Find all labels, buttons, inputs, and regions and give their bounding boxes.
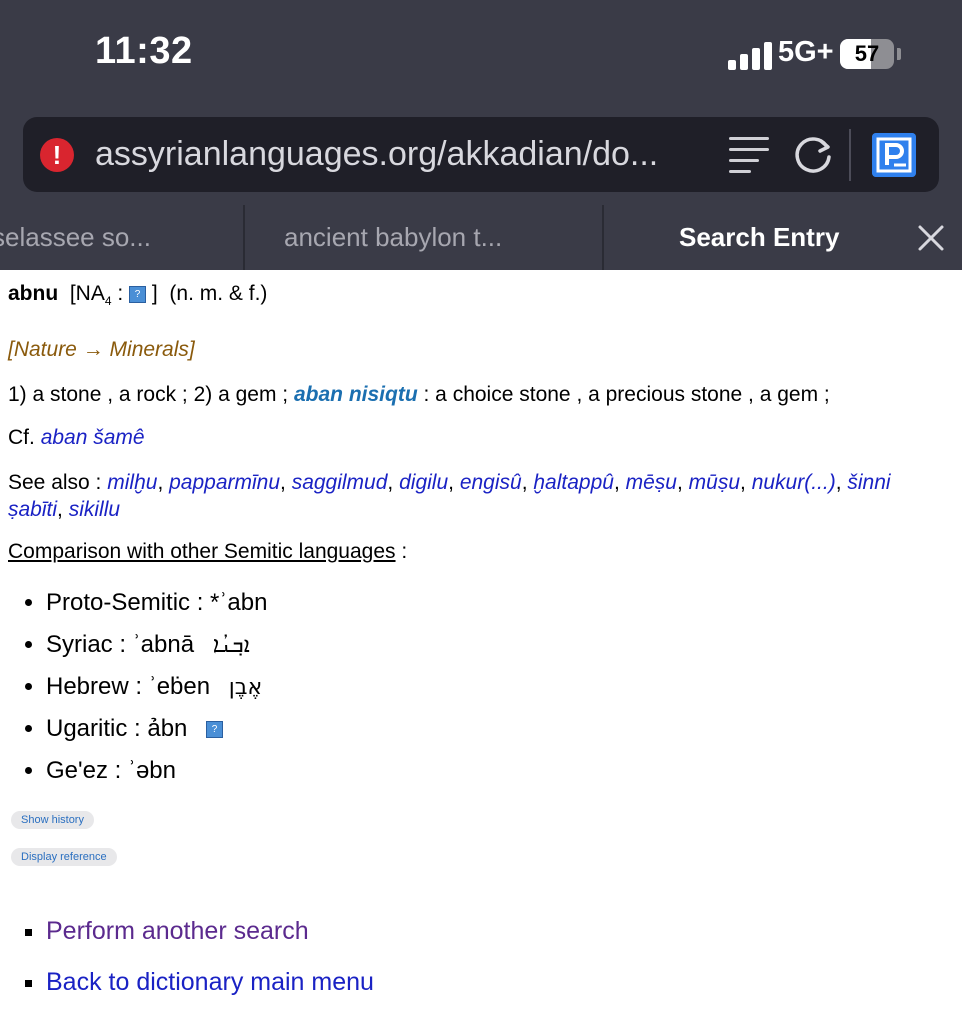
language-name: Ge'ez : [46,757,122,784]
browser-chrome: 11:32 5G+ 57 ! assyrianlanguages.org/akk… [0,0,962,270]
comparison-title: Comparison with other Semitic languages [8,540,396,563]
list-item: Syriac : ʾabnā ܐܒ݂ܢܳܐ [46,624,267,666]
url-text[interactable]: assyrianlanguages.org/akkadian/do... [95,135,658,174]
language-form: ʾabnā [132,631,195,658]
see-also-link[interactable]: mūṣu [689,471,740,494]
dictionary-entry: abnu [NA4 : ? ] (n. m. & f.) [Nature → M… [8,282,948,996]
see-also-link[interactable]: digilu [399,471,448,494]
list-item: Ge'ez : ʾəbn [46,750,267,792]
perform-another-search-link[interactable]: Perform another search [46,917,309,945]
cf-label: Cf. [8,426,35,449]
close-icon[interactable] [914,221,948,255]
see-also-link[interactable]: mēṣu [626,471,677,494]
grammar-info: (n. m. & f.) [169,282,268,305]
network-type: 5G+ [778,36,834,68]
tab-active[interactable]: Search Entry [679,205,879,270]
warning-icon[interactable]: ! [40,138,74,172]
back-to-main-menu-link[interactable]: Back to dictionary main menu [46,968,374,996]
list-item: Perform another search [46,912,374,963]
battery-icon: 57 [840,39,894,69]
address-bar[interactable]: ! assyrianlanguages.org/akkadian/do... [23,117,939,192]
comparison-list: Proto-Semitic : *ʾabn Syriac : ʾabnā ܐܒ݂… [8,582,267,792]
see-also-link[interactable]: ḫaltappû [533,471,614,494]
language-form: *ʾabn [210,589,268,616]
meaning-text: 1) a stone , a rock ; 2) a gem ; [8,383,289,406]
language-name: Proto-Semitic : [46,589,204,616]
tab-separator [602,205,604,270]
reload-icon[interactable] [791,133,835,177]
entry-word: abnu [8,282,59,305]
tab-separator [243,205,245,270]
sumerogram-prefix: [NA [69,282,105,305]
meaning-text-end: : a choice stone , a precious stone , a … [423,383,830,406]
cf-line: Cf. aban šamê [8,426,145,450]
language-form: ảbn [147,715,188,742]
display-reference-button[interactable]: Display reference [11,848,117,866]
see-also-link[interactable]: sikillu [69,498,120,521]
sumerogram-colon: : [111,282,124,305]
cf-link[interactable]: aban šamê [41,426,145,449]
language-form: ʾəbn [127,757,176,784]
footer-links: Perform another search Back to dictionar… [8,912,374,1014]
see-also: See also : milḫu, papparmīnu, saggilmud,… [8,471,891,521]
language-form: ʾeḃen [148,673,211,700]
sumerogram-subscript: 4 [104,294,112,309]
category-path[interactable]: [Nature → Minerals] [8,338,195,362]
status-time: 11:32 [95,30,193,72]
see-also-link[interactable]: saggilmud [292,471,388,494]
help-icon[interactable]: ? [129,285,147,303]
native-script: ܐܒ݂ܢܳܐ [212,633,250,658]
extension-icon[interactable] [872,133,916,177]
toolbar-divider [849,129,851,181]
see-also-link[interactable]: nukur(...) [752,471,836,494]
battery-percent: 57 [854,41,880,66]
list-item: Proto-Semitic : *ʾabn [46,582,267,624]
signal-icon [728,40,772,70]
help-icon[interactable]: ? [206,721,224,739]
see-also-link[interactable]: milḫu [107,471,157,494]
meaning-link[interactable]: aban nisiqtu [294,383,418,406]
meaning-line: 1) a stone , a rock ; 2) a gem ; aban ni… [8,383,830,407]
native-script: אֶבֶן [228,675,263,700]
show-history-button[interactable]: Show history [11,811,94,829]
list-item: Hebrew : ʾeḃen אֶבֶן [46,666,267,708]
comparison-colon: : [401,540,408,563]
entry-header: abnu [NA4 : ? ] (n. m. & f.) [8,282,948,322]
battery-nub [897,48,901,60]
see-also-link[interactable]: papparmīnu [169,471,280,494]
see-also-link[interactable]: engisû [460,471,522,494]
tab-1[interactable]: selassee so... [0,205,240,270]
tab-bar: selassee so... ancient babylon t... Sear… [0,205,962,270]
see-also-label: See also : [8,471,102,494]
language-name: Syriac : [46,631,127,658]
comparison-heading: Comparison with other Semitic languages … [8,540,407,564]
sumerogram: [NA4 : ? ] [69,282,158,309]
reader-mode-icon[interactable] [729,137,769,173]
tab-2[interactable]: ancient babylon t... [284,205,584,270]
sumerogram-close: ] [151,282,158,305]
list-item: Ugaritic : ảbn ? [46,708,267,750]
language-name: Hebrew : [46,673,143,700]
list-item: Back to dictionary main menu [46,963,374,1014]
language-name: Ugaritic : [46,715,141,742]
